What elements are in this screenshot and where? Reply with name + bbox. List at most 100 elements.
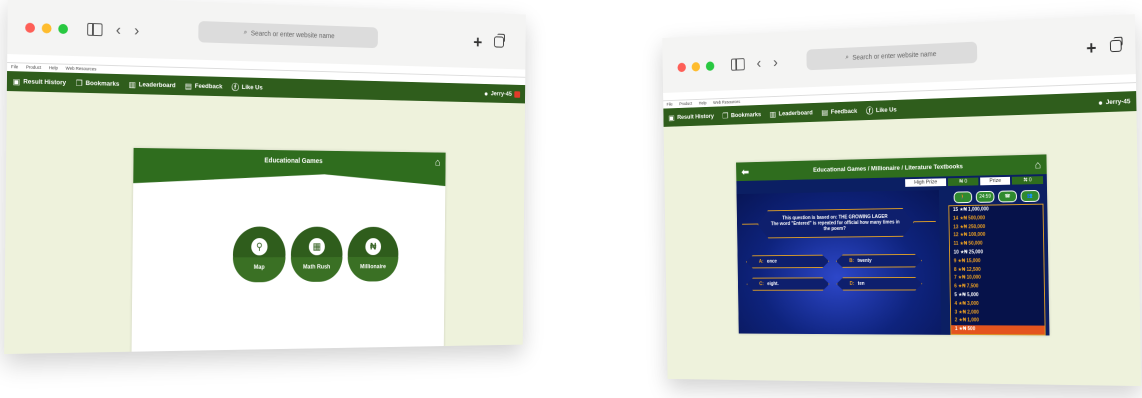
game-millionaire-button[interactable]: ₦ Millionaire [347, 226, 399, 282]
nav-like-us[interactable]: ⓕ Like Us [866, 104, 897, 116]
millionaire-panel: ⬅ Educational Games / Millionaire / Lite… [736, 154, 1050, 336]
web-page: File Product Help Web Resources ▣ Result… [4, 54, 526, 355]
toolbar-nav-icons: ‹ › [731, 55, 778, 74]
home-icon[interactable]: ⌂ [435, 157, 441, 168]
user-menu[interactable]: ● Jerry-45 [1098, 97, 1130, 107]
address-bar-placeholder: Search or enter website name [250, 30, 335, 40]
back-arrow-icon[interactable]: ‹ [116, 22, 121, 40]
ask-audience-icon[interactable]: 👥 [1020, 189, 1040, 203]
nav-leaderboard[interactable]: ▥ Leaderboard [770, 108, 813, 118]
user-icon: ● [1098, 97, 1103, 107]
logout-icon[interactable] [514, 90, 521, 98]
game-map-button[interactable]: ⚲ Map [232, 226, 286, 283]
prize-label: Prize [980, 176, 1011, 186]
nav-bookmarks[interactable]: ❐ Bookmarks [722, 110, 761, 120]
question-connector-right [913, 220, 936, 223]
ladder-rung-7: 7 ★₦ 10,000 [954, 275, 981, 282]
nav-like-us-label: Like Us [241, 83, 263, 91]
answer-d-button[interactable]: D: ten [836, 277, 922, 291]
ladder-rung-6: 6 ★₦ 7,500 [954, 283, 979, 290]
nav-result-history[interactable]: ▣ Result History [13, 77, 66, 87]
nav-feedback[interactable]: ▤ Feedback [821, 107, 857, 117]
username: Jerry-45 [490, 90, 512, 98]
address-bar[interactable]: ⌕ Search or enter website name [806, 41, 978, 71]
zoom-window-button[interactable] [58, 23, 68, 35]
new-tab-icon[interactable]: + [1086, 38, 1097, 59]
menu-web-resources[interactable]: Web Resources [713, 98, 740, 106]
username: Jerry-45 [1105, 97, 1131, 106]
answer-a-button[interactable]: A: once [746, 255, 829, 269]
nav-like-us-label: Like Us [875, 106, 897, 114]
ladder-rung-1-current: 1 ★₦ 500 [951, 325, 1045, 335]
browser-window-educational-games: ‹ › ⌕ Search or enter website name + Fil… [4, 0, 526, 355]
user-icon: ● [484, 89, 489, 98]
answer-a-letter: A: [758, 258, 764, 265]
window-controls [25, 22, 68, 35]
menu-web-resources[interactable]: Web Resources [66, 65, 97, 74]
timer-display: 24:59 [975, 190, 995, 203]
nav-result-history-label: Result History [23, 77, 67, 86]
address-bar[interactable]: ⌕ Search or enter website name [198, 20, 378, 49]
nav-leaderboard-label: Leaderboard [778, 109, 813, 117]
nav-feedback-label: Feedback [830, 107, 858, 116]
tab-overview-icon[interactable] [1109, 39, 1122, 53]
history-icon: ▣ [12, 76, 21, 86]
sidebar-toggle-icon[interactable] [731, 58, 745, 71]
calculator-icon: ▦ [308, 238, 325, 256]
new-tab-icon[interactable]: + [473, 33, 482, 53]
ladder-rung-3: 3 ★₦ 2,000 [954, 309, 979, 316]
close-window-button[interactable] [677, 62, 686, 73]
nav-bookmarks-label: Bookmarks [85, 79, 120, 88]
prize-value: ₦ 0 [1012, 176, 1044, 185]
back-arrow-icon[interactable]: ⬅ [741, 166, 749, 178]
menu-help[interactable]: Help [49, 64, 58, 72]
forward-arrow-icon[interactable]: › [773, 55, 778, 72]
menu-file[interactable]: File [11, 63, 18, 71]
address-bar-placeholder: Search or enter website name [852, 50, 937, 62]
menu-help[interactable]: Help [699, 100, 707, 108]
search-icon: ⌕ [845, 54, 849, 62]
home-icon[interactable]: ⌂ [1035, 159, 1042, 171]
panel-breadcrumb: Educational Games / Millionaire / Litera… [813, 162, 963, 174]
phone-a-friend-icon[interactable]: ☎ [998, 190, 1017, 203]
games-list: ⚲ Map ▦ Math Rush ₦ Millionaire [232, 226, 399, 283]
map-pin-icon: ⚲ [251, 238, 268, 256]
nav-bookmarks[interactable]: ❐ Bookmarks [76, 78, 120, 88]
walk-away-icon[interactable]: 🚶 [953, 191, 973, 204]
menu-product[interactable]: Product [679, 100, 692, 108]
minimize-window-button[interactable] [691, 61, 701, 72]
answer-c-button[interactable]: C: eight. [746, 277, 829, 290]
toolbar-right: + [473, 33, 505, 53]
feedback-icon: ▤ [821, 107, 829, 117]
toolbar-nav-icons: ‹ › [87, 21, 139, 40]
leaderboard-icon: ▥ [128, 79, 136, 89]
game-millionaire-label: Millionaire [360, 264, 386, 271]
educational-games-panel: Educational Games ⌂ ⚲ Map ▦ Math Rush ₦ [131, 147, 446, 354]
browser-window-millionaire: ‹ › ⌕ Search or enter website name + Fil… [662, 14, 1142, 387]
game-math-rush-button[interactable]: ▦ Math Rush [290, 226, 343, 283]
nav-feedback[interactable]: ▤ Feedback [185, 81, 223, 91]
nav-result-history[interactable]: ▣ Result History [668, 112, 714, 122]
tab-overview-icon[interactable] [493, 36, 505, 48]
high-prize-value: ₦ 0 [948, 177, 979, 186]
bookmarks-icon: ❐ [722, 111, 729, 120]
leaderboard-icon: ▥ [769, 109, 777, 119]
facebook-icon: ⓕ [866, 106, 874, 115]
minimize-window-button[interactable] [41, 23, 52, 34]
forward-arrow-icon[interactable]: › [134, 23, 139, 41]
back-arrow-icon[interactable]: ‹ [756, 55, 761, 72]
answer-c-letter: C: [759, 281, 764, 287]
answer-b-letter: B: [849, 258, 855, 264]
menu-file[interactable]: File [667, 101, 673, 109]
sidebar-toggle-icon[interactable] [87, 22, 103, 37]
zoom-window-button[interactable] [705, 61, 715, 71]
menu-product[interactable]: Product [26, 64, 41, 72]
answer-a-text: once [766, 258, 777, 265]
close-window-button[interactable] [25, 22, 36, 33]
answer-b-button[interactable]: B: twenty [836, 254, 922, 268]
nav-leaderboard[interactable]: ▥ Leaderboard [129, 80, 176, 90]
nav-like-us[interactable]: ⓕ Like Us [232, 81, 263, 92]
user-menu[interactable]: ● Jerry-45 [484, 89, 521, 98]
naira-coin-icon: ₦ [365, 238, 382, 256]
ladder-rung-4: 4 ★₦ 3,000 [954, 300, 979, 307]
